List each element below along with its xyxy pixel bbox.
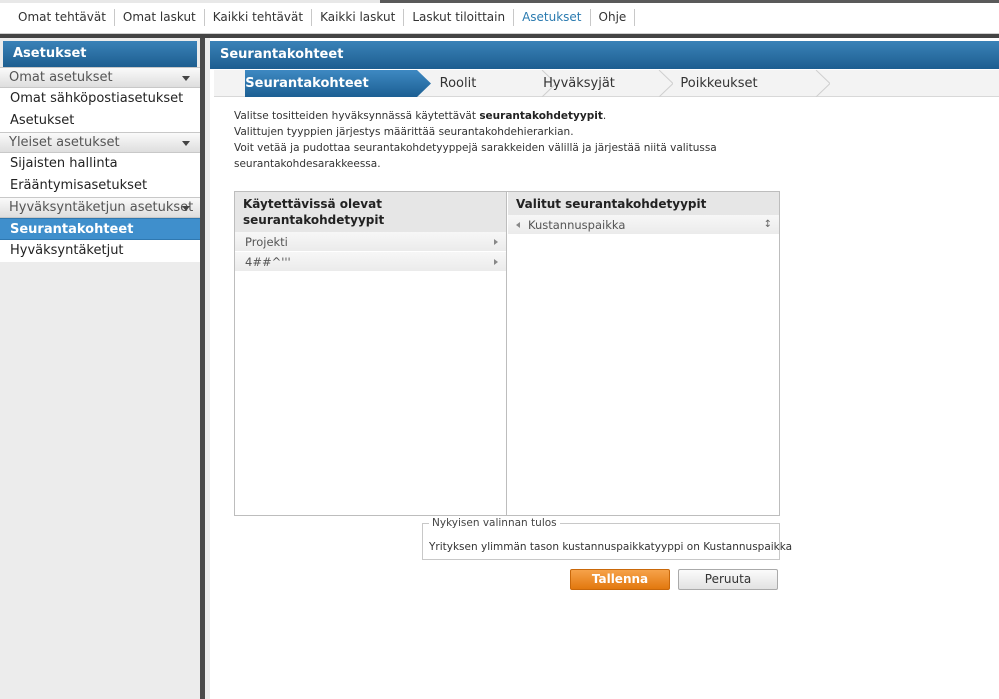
chevron-down-icon: [182, 141, 190, 146]
instruction-line-1: Valitse tositteiden hyväksynnässä käytet…: [234, 110, 607, 122]
sidebar-item-eraantymisasetukset[interactable]: Erääntymisasetukset: [0, 175, 200, 197]
top-navigation: Omat tehtävät Omat laskut Kaikki tehtävä…: [0, 0, 999, 34]
chevron-down-icon: [182, 206, 190, 211]
tab-label: Seurantakohteet: [245, 76, 369, 91]
available-type-item[interactable]: 4##^''': [235, 252, 506, 272]
nav-asetukset[interactable]: Asetukset: [514, 9, 591, 26]
result-legend: Nykyisen valinnan tulos: [429, 517, 560, 529]
tab-seurantakohteet[interactable]: Seurantakohteet: [214, 70, 432, 97]
sidebar-item-hyvaksyntaketjut[interactable]: Hyväksyntäketjut: [0, 240, 200, 262]
arrow-right-icon: [494, 239, 498, 245]
sidebar-item-asetukset[interactable]: Asetukset: [0, 110, 200, 132]
sidebar-item-omat-sahkopostiasetukset[interactable]: Omat sähköpostiasetukset: [0, 88, 200, 110]
available-types-header: Käytettävissä olevat seurantakohdetyypit: [235, 192, 506, 232]
tab-label: Poikkeukset: [680, 76, 758, 91]
instruction-line-4: seurantakohdesarakkeessa.: [234, 158, 381, 170]
page-title: Seurantakohteet: [210, 41, 999, 69]
tracking-type-columns: Käytettävissä olevat seurantakohdetyypit…: [234, 191, 780, 516]
nav-laskut-tiloittain[interactable]: Laskut tiloittain: [404, 9, 515, 26]
nav-ohje[interactable]: Ohje: [591, 9, 636, 26]
sidebar-group-label: Omat asetukset: [9, 70, 113, 85]
cancel-button[interactable]: Peruuta: [678, 569, 778, 590]
sidebar-title: Asetukset: [3, 41, 197, 67]
tab-label: Roolit: [439, 76, 477, 91]
selected-types-column[interactable]: Valitut seurantakohdetyypit Kustannuspai…: [508, 192, 779, 515]
instructions-text: Valitse tositteiden hyväksynnässä käytet…: [234, 108, 754, 172]
selected-type-item[interactable]: Kustannuspaikka ↕: [508, 215, 779, 235]
tab-label: Hyväksyjät: [543, 76, 615, 91]
sidebar-group-hyvaksyntaketjun-asetukset[interactable]: Hyväksyntäketjun asetukset: [0, 197, 200, 218]
main-panel: Seurantakohteet Seurantakohteet Roolit H…: [210, 38, 999, 699]
available-types-column[interactable]: Käytettävissä olevat seurantakohdetyypit…: [235, 192, 507, 515]
available-type-item[interactable]: Projekti: [235, 232, 506, 252]
nav-kaikki-laskut[interactable]: Kaikki laskut: [312, 9, 405, 26]
tab-poikkeukset[interactable]: Poikkeukset: [644, 70, 831, 97]
selected-types-header: Valitut seurantakohdetyypit: [508, 192, 779, 215]
sidebar-group-label: Hyväksyntäketjun asetukset: [9, 200, 194, 215]
reorder-handle-icon[interactable]: ↕: [764, 215, 772, 235]
arrow-right-icon: [494, 259, 498, 265]
instruction-line-2: Valittujen tyyppien järjestys määrittää …: [234, 126, 574, 138]
top-accent-bar: [0, 0, 999, 3]
top-nav-list: Omat tehtävät Omat laskut Kaikki tehtävä…: [10, 9, 636, 26]
selection-result-box: Nykyisen valinnan tulos Yrityksen ylimmä…: [422, 517, 792, 560]
nav-kaikki-tehtavat[interactable]: Kaikki tehtävät: [205, 9, 313, 26]
sidebar: Asetukset Omat asetukset Omat sähköposti…: [0, 38, 205, 699]
nav-omat-laskut[interactable]: Omat laskut: [115, 9, 205, 26]
nav-omat-tehtavat[interactable]: Omat tehtävät: [10, 9, 115, 26]
sidebar-group-omat-asetukset[interactable]: Omat asetukset: [0, 67, 200, 88]
sidebar-group-yleiset-asetukset[interactable]: Yleiset asetukset: [0, 132, 200, 153]
sidebar-item-sijaisten-hallinta[interactable]: Sijaisten hallinta: [0, 153, 200, 175]
tab-hyvaksyjat[interactable]: Hyväksyjät: [514, 70, 674, 97]
result-text: Yrityksen ylimmän tason kustannuspaikkat…: [429, 541, 793, 553]
sidebar-group-label: Yleiset asetukset: [9, 135, 120, 150]
sidebar-item-seurantakohteet[interactable]: Seurantakohteet: [0, 218, 200, 240]
tab-roolit[interactable]: Roolit: [400, 70, 556, 97]
arrow-left-icon: [516, 222, 520, 228]
chevron-down-icon: [182, 76, 190, 81]
instruction-line-3: Voit vetää ja pudottaa seurantakohdetyyp…: [234, 142, 717, 154]
wizard-tabs: Seurantakohteet Roolit Hyväksyjät Poikke…: [214, 70, 999, 97]
save-button[interactable]: Tallenna: [570, 569, 670, 590]
